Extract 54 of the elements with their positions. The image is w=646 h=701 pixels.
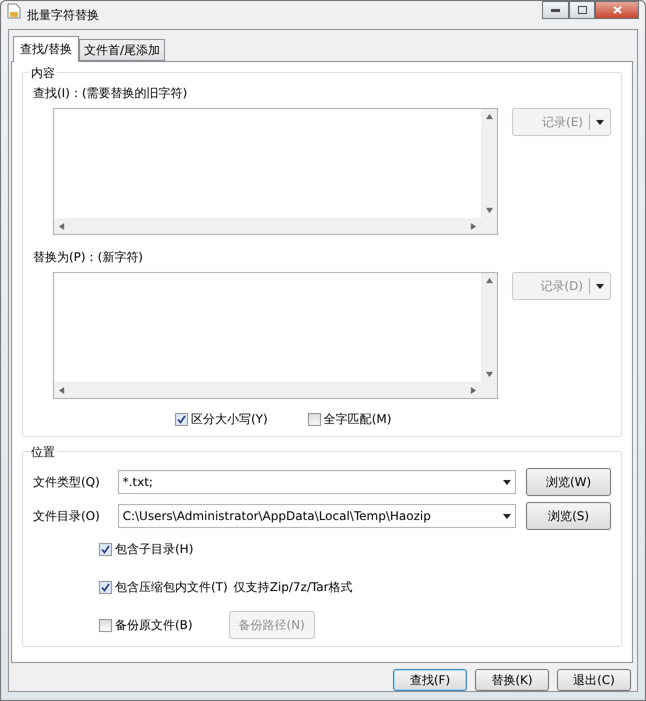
- horizontal-scrollbar[interactable]: [54, 382, 482, 398]
- check-icon: [101, 582, 110, 592]
- up-arrow-icon[interactable]: [486, 113, 493, 120]
- checkbox-box[interactable]: [308, 413, 321, 426]
- maximize-button[interactable]: [569, 1, 595, 19]
- field-label: 文件目录(O): [33, 508, 101, 524]
- field-label: 文件类型(Q): [33, 474, 101, 490]
- combo-box[interactable]: *.txt;: [118, 470, 516, 494]
- caret-icon: [596, 120, 604, 124]
- checkbox[interactable]: 备份原文件(B): [99, 616, 193, 634]
- field-label: 替换为(P)：(新字符): [33, 249, 144, 266]
- close-button[interactable]: [595, 1, 639, 19]
- combo-box[interactable]: C:\Users\Administrator\AppData\Local\Temp\Haozip: [118, 504, 516, 528]
- caret-icon: [503, 480, 512, 484]
- check-icon: [101, 544, 110, 554]
- checkbox[interactable]: 区分大小写(Y): [175, 411, 268, 428]
- dialog-button[interactable]: 替换(K): [475, 669, 549, 691]
- field-label: 查找(I)：(需要替换的旧字符): [33, 85, 188, 102]
- checkbox[interactable]: 包含压缩包内文件(T): [99, 578, 228, 596]
- maximize-icon: [578, 6, 586, 14]
- check-icon: [177, 415, 186, 424]
- checkbox-box[interactable]: [175, 413, 188, 426]
- down-arrow-icon[interactable]: [486, 371, 493, 378]
- text-area-field[interactable]: [53, 108, 498, 235]
- caret-icon: [503, 514, 512, 518]
- vertical-scrollbar[interactable]: [481, 273, 498, 382]
- text-area-field[interactable]: [53, 272, 498, 399]
- close-icon: [612, 6, 622, 14]
- dialog-button[interactable]: 查找(F): [393, 669, 467, 691]
- up-arrow-icon[interactable]: [486, 277, 493, 284]
- dialog-button[interactable]: 退出(C): [557, 669, 631, 691]
- document-icon: [7, 3, 21, 19]
- browse-button[interactable]: 浏览(W): [526, 468, 611, 496]
- checkbox[interactable]: 包含子目录(H): [99, 540, 194, 558]
- down-arrow-icon[interactable]: [486, 207, 493, 214]
- right-arrow-icon[interactable]: [470, 386, 478, 394]
- tab[interactable]: 查找/替换: [13, 36, 80, 62]
- format-note: 仅支持Zip/7z/Tar格式: [234, 578, 353, 596]
- checkbox-box[interactable]: [99, 580, 112, 594]
- checkbox-box[interactable]: [99, 618, 112, 632]
- left-arrow-icon[interactable]: [58, 386, 65, 394]
- caret-icon: [596, 284, 604, 288]
- vertical-scrollbar[interactable]: [481, 109, 498, 218]
- browse-button[interactable]: 浏览(S): [526, 502, 611, 530]
- checkbox-box[interactable]: [99, 542, 112, 556]
- left-arrow-icon[interactable]: [58, 222, 65, 230]
- right-arrow-icon[interactable]: [470, 222, 478, 230]
- minimize-icon: [551, 8, 560, 12]
- window-title: 批量字符替换: [27, 7, 100, 24]
- group-title: 位置: [29, 444, 57, 461]
- horizontal-scrollbar[interactable]: [54, 218, 482, 234]
- checkbox[interactable]: 全字匹配(M): [308, 411, 392, 428]
- tab[interactable]: 文件首/尾添加: [79, 39, 166, 61]
- minimize-button[interactable]: [542, 1, 569, 19]
